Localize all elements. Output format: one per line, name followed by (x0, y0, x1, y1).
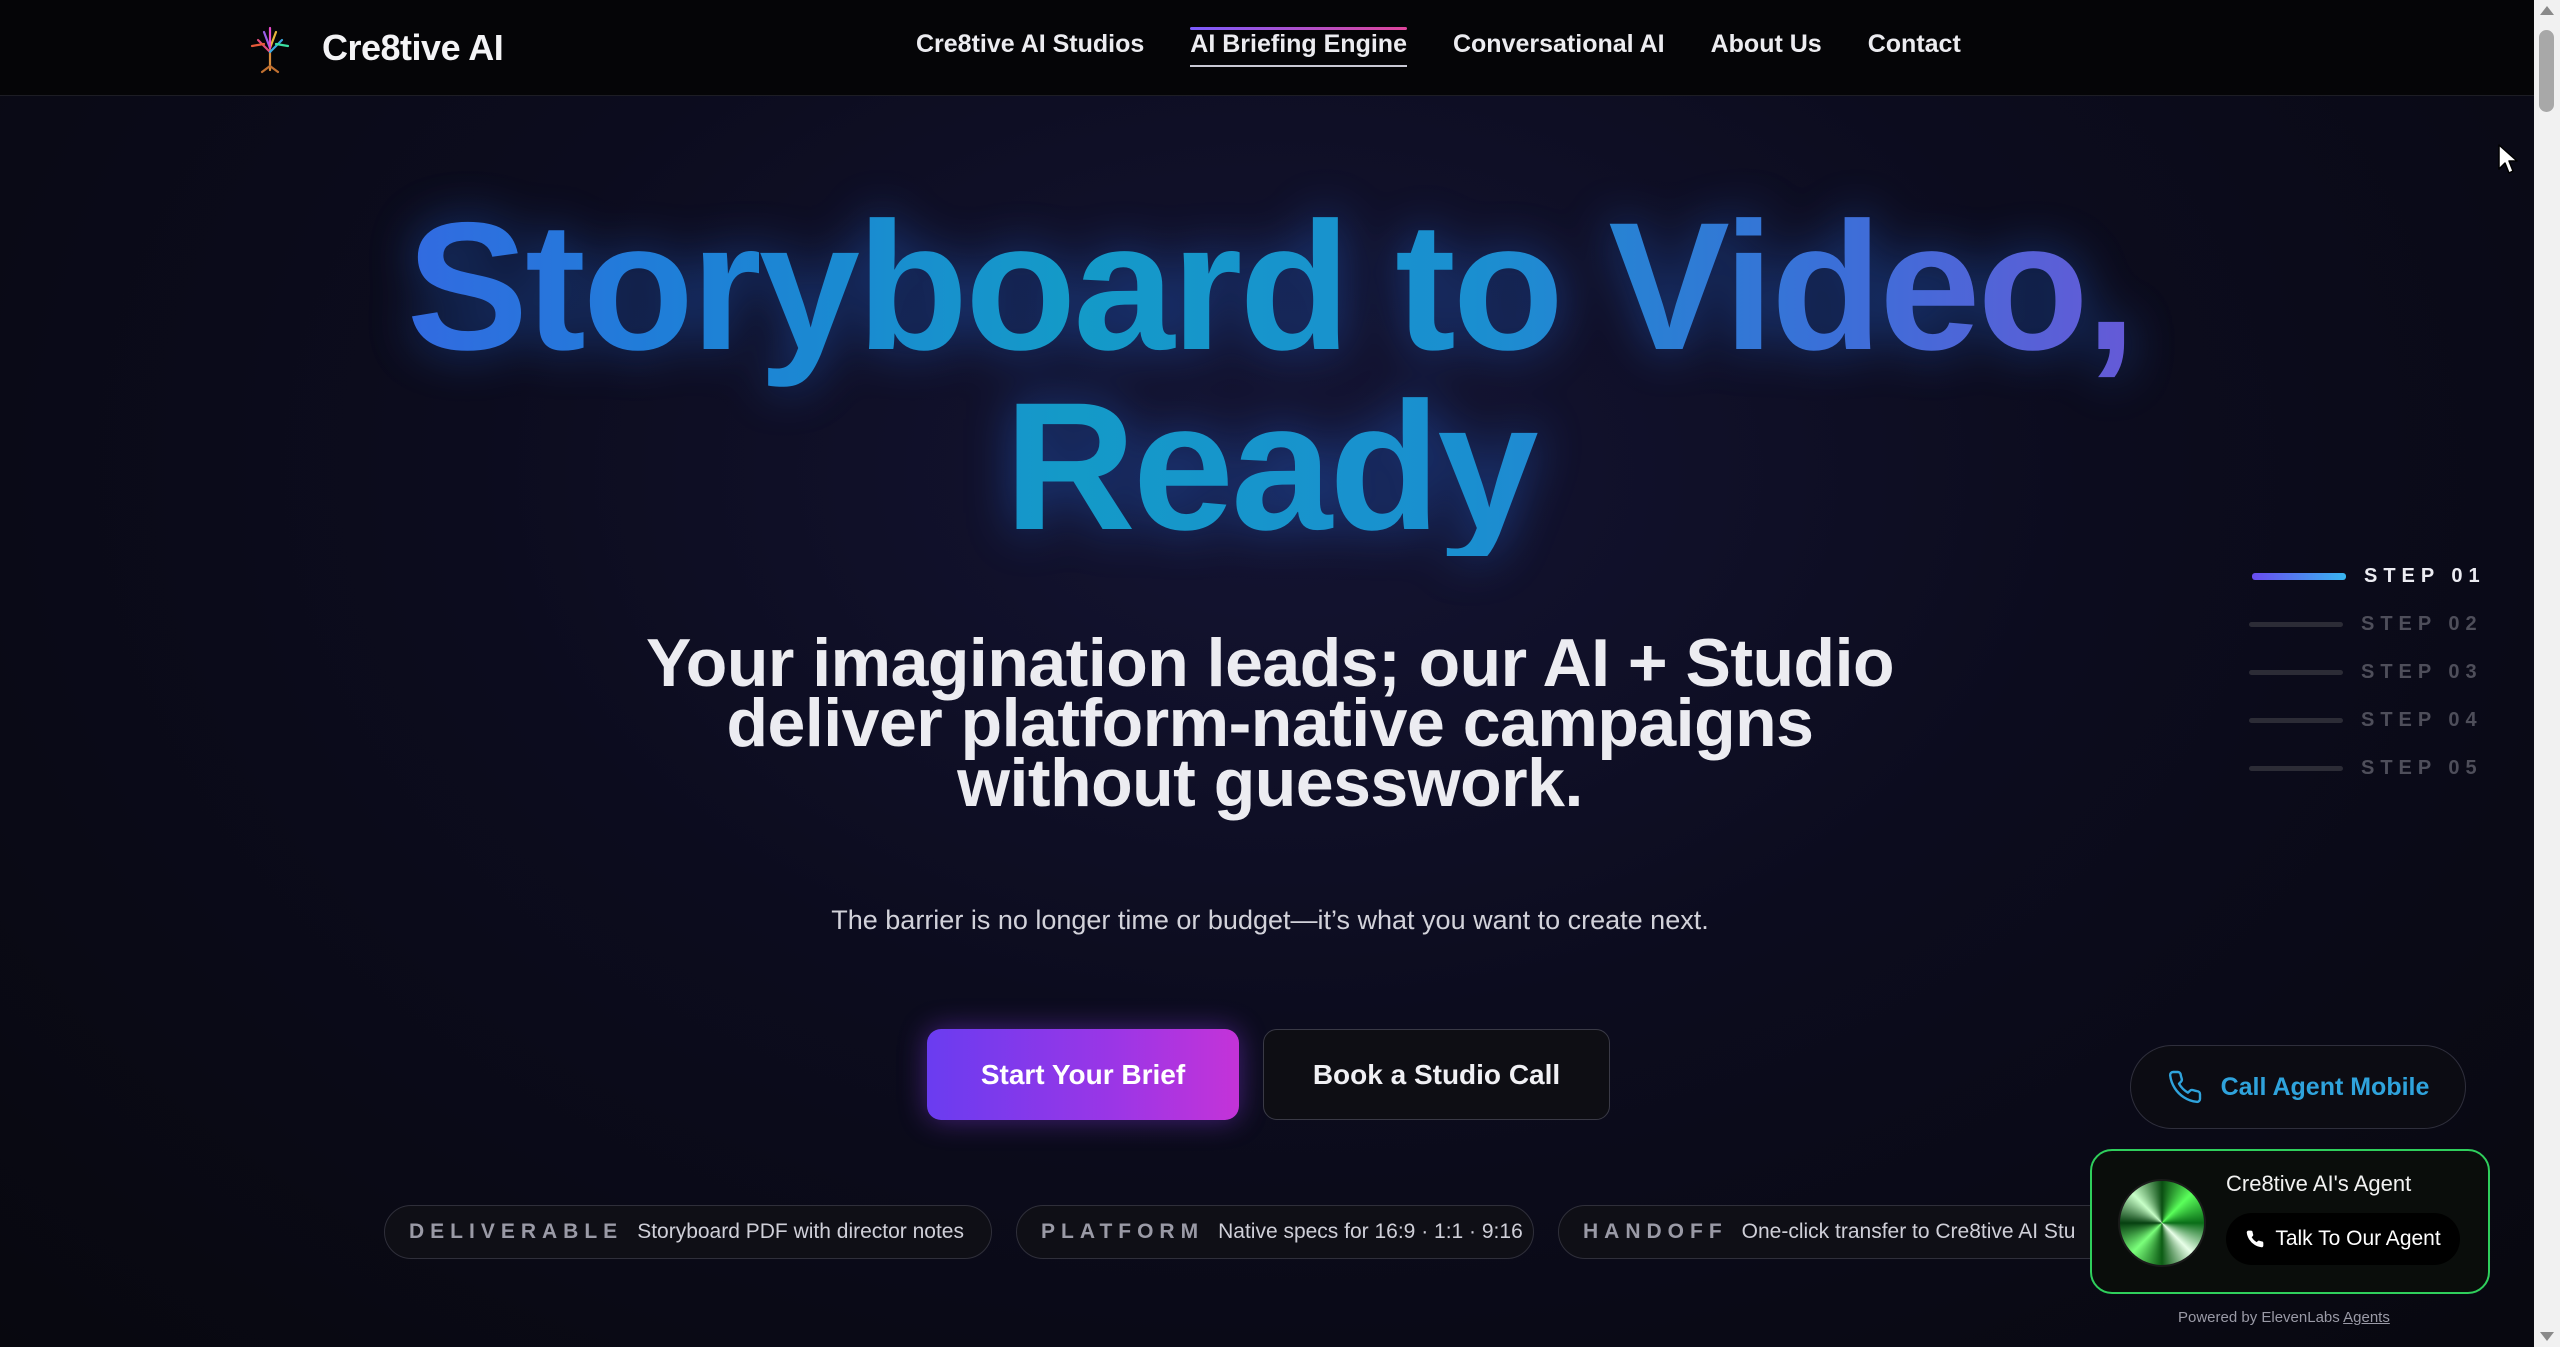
brand-name: Cre8tive AI (322, 27, 504, 68)
nav-item-conversational-ai[interactable]: Conversational AI (1453, 30, 1665, 67)
step-indicator-bar (2249, 717, 2343, 723)
deliverable-pill: DELIVERABLE Storyboard PDF with director… (384, 1205, 992, 1259)
hero-subtitle-line3: without guesswork. (957, 745, 1583, 821)
phone-icon (2168, 1070, 2201, 1104)
step-02[interactable]: STEP 02 (2249, 611, 2489, 637)
scroll-thumb[interactable] (2539, 30, 2554, 112)
step-indicator-bar (2249, 621, 2343, 627)
talk-to-agent-button[interactable]: Talk To Our Agent (2226, 1213, 2460, 1265)
step-indicator-bar (2252, 572, 2346, 580)
powered-by-prefix: Powered by ElevenLabs (2178, 1309, 2340, 1326)
nav-item-briefing-engine[interactable]: AI Briefing Engine (1190, 27, 1407, 67)
pill-key: PLATFORM (1041, 1220, 1205, 1243)
tree-logo-icon (250, 26, 290, 74)
call-agent-mobile-label: Call Agent Mobile (2220, 1072, 2430, 1101)
pill-value: Native specs for 16:9 · 1:1 · 9:16 (1218, 1220, 1523, 1243)
hero-subtitle: Your imagination leads; our AI + Studio … (480, 629, 2060, 817)
handoff-pill: HANDOFF One-click transfer to Cre8tive A… (1558, 1205, 2118, 1259)
brand[interactable]: Cre8tive AI (244, 22, 504, 74)
step-label: STEP 04 (2361, 708, 2483, 731)
agent-title: Cre8tive AI's Agent (2226, 1171, 2412, 1196)
pill-value: Storyboard PDF with director notes (637, 1220, 964, 1243)
nav-item-contact[interactable]: Contact (1868, 30, 1961, 67)
main-nav: Cre8tive AI Studios AI Briefing Engine C… (916, 27, 1961, 67)
nav-item-studios[interactable]: Cre8tive AI Studios (916, 30, 1144, 67)
phone-icon (2247, 1230, 2264, 1248)
agent-avatar-orb (2118, 1179, 2206, 1267)
scroll-down-arrow-icon[interactable] (2540, 1332, 2554, 1341)
step-label: STEP 01 (2364, 564, 2486, 587)
step-indicator-bar (2249, 669, 2343, 675)
pill-key: DELIVERABLE (409, 1220, 624, 1243)
call-agent-mobile-button[interactable]: Call Agent Mobile (2130, 1045, 2466, 1129)
hero-title-line2: Ready (1004, 364, 1536, 568)
pill-value: One-click transfer to Cre8tive AI Stu (1741, 1220, 2076, 1243)
step-03[interactable]: STEP 03 (2249, 659, 2489, 685)
hero-title-line1: Storyboard to Video, (406, 184, 2134, 388)
page-scrollbar[interactable] (2534, 0, 2560, 1347)
step-label: STEP 05 (2361, 756, 2483, 779)
step-01[interactable]: STEP 01 (2252, 563, 2492, 589)
powered-by-agents-link[interactable]: Agents (2343, 1309, 2390, 1326)
book-studio-call-button[interactable]: Book a Studio Call (1263, 1029, 1610, 1120)
scroll-up-arrow-icon[interactable] (2540, 6, 2554, 15)
top-nav-bar: Cre8tive AI Cre8tive AI Studios AI Brief… (0, 0, 2560, 96)
powered-by-text: Powered by ElevenLabs Agents (2178, 1309, 2390, 1326)
agent-widget: Cre8tive AI's Agent Talk To Our Agent (2090, 1149, 2490, 1294)
step-indicator-bar (2249, 765, 2343, 771)
hero-title: Storyboard to Video, Ready (260, 196, 2280, 556)
platform-pill: PLATFORM Native specs for 16:9 · 1:1 · 9… (1016, 1205, 1534, 1259)
mouse-cursor-icon (2498, 144, 2518, 174)
step-label: STEP 02 (2361, 612, 2483, 635)
talk-to-agent-label: Talk To Our Agent (2275, 1227, 2441, 1250)
start-brief-button[interactable]: Start Your Brief (927, 1029, 1239, 1120)
pill-key: HANDOFF (1583, 1220, 1728, 1243)
step-05[interactable]: STEP 05 (2249, 755, 2489, 781)
nav-item-about-us[interactable]: About Us (1711, 30, 1822, 67)
hero-tagline: The barrier is no longer time or budget—… (831, 905, 1709, 935)
step-04[interactable]: STEP 04 (2249, 707, 2489, 733)
step-label: STEP 03 (2361, 660, 2483, 683)
